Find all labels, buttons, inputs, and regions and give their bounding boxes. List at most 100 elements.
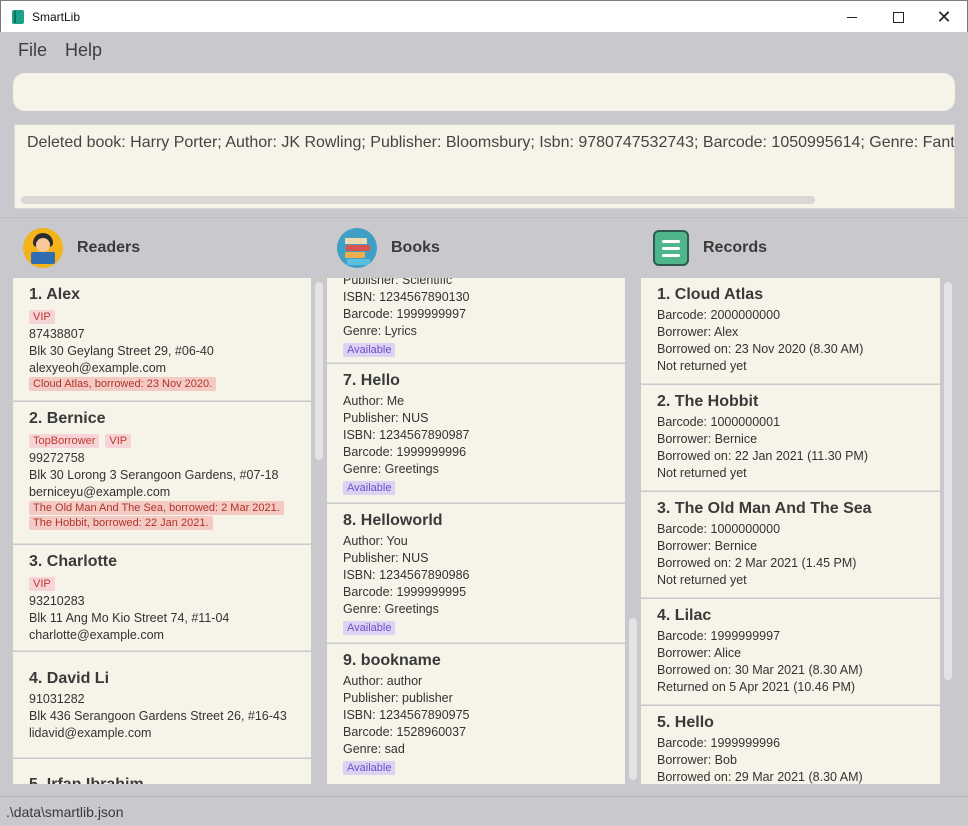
command-input[interactable] <box>13 73 955 111</box>
record-title: 1. Cloud Atlas <box>657 286 764 303</box>
book-publisher: Publisher: publisher <box>343 691 453 705</box>
reader-name: 3. Charlotte <box>29 553 118 570</box>
minimize-button[interactable] <box>829 1 875 33</box>
book-barcode: Barcode: 1528960037 <box>343 725 467 739</box>
book-title: 7. Hello <box>343 372 400 389</box>
book-author: Author: You <box>343 534 408 548</box>
tag-badge: VIP <box>29 577 55 591</box>
status-badge: Available <box>343 761 396 775</box>
readers-scrollbar[interactable] <box>315 282 323 460</box>
record-borrower: Borrower: Alice <box>657 646 742 660</box>
book-isbn: ISBN: 1234567890986 <box>343 568 470 582</box>
reader-address: Blk 30 Geylang Street 29, #06-40 <box>29 344 214 358</box>
books-header: Books <box>337 226 440 270</box>
divider <box>0 217 968 218</box>
book-genre: Genre: Greetings <box>343 602 439 616</box>
list-item[interactable]: 2. Bernice TopBorrower VIP 99272758 Blk 3… <box>13 402 311 544</box>
list-item[interactable]: 1. Alex VIP 87438807 Blk 30 Geylang Stre… <box>13 278 311 401</box>
book-genre: Genre: Lyrics <box>343 324 417 338</box>
record-return-status: Returned on 5 Apr 2021 (10.46 PM) <box>657 680 856 694</box>
loan-badge: The Hobbit, borrowed: 22 Jan 2021. <box>29 516 213 530</box>
close-button[interactable]: ✕ <box>921 1 967 33</box>
list-item[interactable]: 4. David Li 91031282 Blk 436 Serangoon G… <box>13 652 311 758</box>
record-title: 5. Hello <box>657 714 714 731</box>
reader-phone: 91031282 <box>29 692 85 706</box>
reader-phone: 99272758 <box>29 451 85 465</box>
title-bar: SmartLib ✕ <box>0 0 968 32</box>
readers-label: Readers <box>77 239 141 256</box>
book-author: Author: Me <box>343 394 405 408</box>
record-borrowed-on: Borrowed on: 29 Mar 2021 (8.30 AM) <box>657 770 863 784</box>
reader-address: Blk 11 Ang Mo Kio Street 74, #11-04 <box>29 611 230 625</box>
books-scrollbar[interactable] <box>629 618 637 780</box>
book-isbn: ISBN: 1234567890987 <box>343 428 470 442</box>
book-isbn: ISBN: 1234567890130 <box>343 290 470 304</box>
reader-email: berniceyu@example.com <box>29 485 171 499</box>
list-item[interactable]: 3. The Old Man And The Sea Barcode: 1000… <box>641 492 940 598</box>
record-barcode: Barcode: 1999999997 <box>657 629 781 643</box>
record-barcode: Barcode: 1999999996 <box>657 736 781 750</box>
book-publisher: Publisher: NUS <box>343 411 429 425</box>
status-badge: Available <box>343 621 396 635</box>
record-borrower: Borrower: Bob <box>657 753 737 767</box>
record-barcode: Barcode: 1000000001 <box>657 415 781 429</box>
tag-badge: VIP <box>105 434 132 448</box>
books-stack-icon <box>337 228 377 268</box>
reader-phone: 87438807 <box>29 327 85 341</box>
record-barcode: Barcode: 2000000000 <box>657 308 781 322</box>
tag-badge: VIP <box>29 310 55 324</box>
menu-file[interactable]: File <box>18 40 47 61</box>
list-item[interactable]: 7. Hello Author: Me Publisher: NUS ISBN:… <box>327 364 625 503</box>
record-return-status: Not returned yet <box>657 359 747 373</box>
list-item[interactable]: 8. Helloworld Author: You Publisher: NUS… <box>327 504 625 643</box>
status-bar: .\data\smartlib.json <box>0 796 968 826</box>
maximize-button[interactable] <box>875 1 921 33</box>
reader-avatar-icon <box>23 228 63 268</box>
list-item[interactable]: Publisher: Scientific ISBN: 123456789013… <box>327 278 625 363</box>
records-list[interactable]: 1. Cloud Atlas Barcode: 2000000000 Borro… <box>641 278 955 784</box>
book-author: Author: author <box>343 674 423 688</box>
readers-header: Readers <box>23 226 140 270</box>
records-header: Records <box>653 226 767 270</box>
reader-address: Blk 30 Lorong 3 Serangoon Gardens, #07-1… <box>29 468 279 482</box>
reader-email: alexyeoh@example.com <box>29 361 167 375</box>
reader-name: 4. David Li <box>29 670 110 687</box>
books-list[interactable]: Publisher: Scientific ISBN: 123456789013… <box>327 278 639 784</box>
list-item[interactable]: 3. Charlotte VIP 93210283 Blk 11 Ang Mo … <box>13 545 311 651</box>
record-borrowed-on: Borrowed on: 2 Mar 2021 (1.45 PM) <box>657 556 857 570</box>
result-text: Deleted book: Harry Porter; Author: JK R… <box>27 134 955 151</box>
record-borrower: Borrower: Bernice <box>657 432 758 446</box>
book-barcode: Barcode: 1999999997 <box>343 307 467 321</box>
reader-name: 5. Irfan Ibrahim <box>29 776 311 784</box>
record-return-status: Not returned yet <box>657 466 747 480</box>
book-icon <box>12 9 24 24</box>
menu-help[interactable]: Help <box>65 40 102 61</box>
book-barcode: Barcode: 1999999996 <box>343 445 467 459</box>
menu-bar: File Help <box>1 33 967 67</box>
book-title: 9. bookname <box>343 652 441 669</box>
list-item[interactable]: 1. Cloud Atlas Barcode: 2000000000 Borro… <box>641 278 940 384</box>
list-item[interactable]: 5. Hello Barcode: 1999999996 Borrower: B… <box>641 706 940 784</box>
horizontal-scrollbar[interactable] <box>21 196 815 204</box>
list-item[interactable]: 4. Lilac Barcode: 1999999997 Borrower: A… <box>641 599 940 705</box>
reader-email: lidavid@example.com <box>29 726 152 740</box>
book-title: 8. Helloworld <box>343 512 443 529</box>
record-title: 2. The Hobbit <box>657 393 759 410</box>
list-item[interactable]: 5. Irfan Ibrahim <box>13 759 311 784</box>
record-borrower: Borrower: Bernice <box>657 539 758 553</box>
book-genre: Genre: Greetings <box>343 462 439 476</box>
list-item[interactable]: 2. The Hobbit Barcode: 1000000001 Borrow… <box>641 385 940 491</box>
reader-phone: 93210283 <box>29 594 85 608</box>
reader-name: 2. Bernice <box>29 410 106 427</box>
result-display: Deleted book: Harry Porter; Author: JK R… <box>14 124 955 209</box>
readers-list[interactable]: 1. Alex VIP 87438807 Blk 30 Geylang Stre… <box>13 278 325 784</box>
data-file-path: .\data\smartlib.json <box>6 803 124 820</box>
loan-badge: The Old Man And The Sea, borrowed: 2 Mar… <box>29 501 284 515</box>
list-icon <box>653 230 689 266</box>
list-item[interactable]: 9. bookname Author: author Publisher: pu… <box>327 644 625 784</box>
records-label: Records <box>703 239 768 256</box>
record-borrower: Borrower: Alex <box>657 325 739 339</box>
book-publisher: Publisher: NUS <box>343 551 429 565</box>
loan-badge: Cloud Atlas, borrowed: 23 Nov 2020. <box>29 377 217 391</box>
records-scrollbar[interactable] <box>944 282 952 680</box>
